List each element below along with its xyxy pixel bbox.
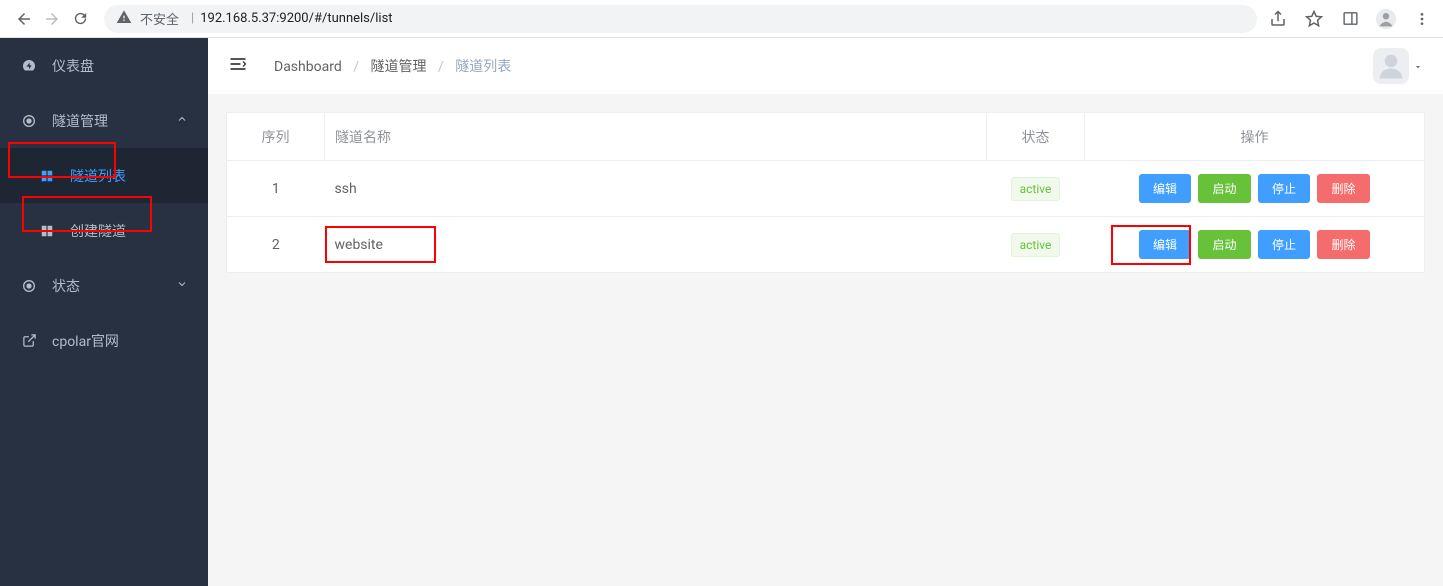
back-button[interactable] bbox=[10, 5, 38, 33]
delete-button[interactable]: 删除 bbox=[1317, 174, 1369, 203]
topbar: Dashboard / 隧道管理 / 隧道列表 bbox=[208, 38, 1443, 94]
th-action: 操作 bbox=[1085, 113, 1425, 161]
menu-toggle-icon[interactable] bbox=[228, 54, 250, 78]
main-content: Dashboard / 隧道管理 / 隧道列表 序列 bbox=[208, 38, 1443, 586]
target-icon bbox=[20, 113, 38, 129]
panel-icon[interactable] bbox=[1339, 8, 1361, 30]
stop-button[interactable]: 停止 bbox=[1258, 174, 1310, 203]
sidebar-item-tunnel-list[interactable]: 隧道列表 bbox=[0, 148, 208, 203]
browser-toolbar: 不安全 | 192.168.5.37:9200/#/tunnels/list bbox=[0, 0, 1443, 38]
share-icon[interactable] bbox=[1267, 8, 1289, 30]
external-link-icon bbox=[20, 333, 38, 348]
status-badge: active bbox=[1011, 177, 1061, 201]
cell-status: active bbox=[987, 161, 1085, 217]
chevron-up-icon bbox=[176, 113, 188, 129]
warning-icon bbox=[116, 9, 132, 29]
url-text: 192.168.5.37:9200/#/tunnels/list bbox=[200, 11, 392, 26]
chevron-down-icon bbox=[1413, 57, 1423, 76]
sidebar-item-label: 创建隧道 bbox=[70, 221, 126, 241]
start-button[interactable]: 启动 bbox=[1198, 230, 1250, 259]
start-button[interactable]: 启动 bbox=[1198, 174, 1250, 203]
reload-button[interactable] bbox=[66, 5, 94, 33]
sidebar-item-tunnel-mgmt[interactable]: 隧道管理 bbox=[0, 93, 208, 148]
sidebar-item-cpolar-site[interactable]: cpolar官网 bbox=[0, 313, 208, 368]
star-icon[interactable] bbox=[1303, 8, 1325, 30]
chevron-down-icon bbox=[176, 278, 188, 294]
breadcrumb-current: 隧道列表 bbox=[455, 59, 511, 75]
breadcrumb-sep: / bbox=[438, 59, 444, 75]
avatar-icon bbox=[1373, 48, 1409, 84]
table-row: 1 ssh active 编辑 启动 停止 删除 bbox=[227, 161, 1425, 217]
cell-seq: 2 bbox=[227, 217, 325, 273]
cell-seq: 1 bbox=[227, 161, 325, 217]
edit-button[interactable]: 编辑 bbox=[1139, 174, 1191, 203]
breadcrumb-sep: / bbox=[353, 59, 359, 75]
sidebar-item-dashboard[interactable]: 仪表盘 bbox=[0, 38, 208, 93]
dashboard-icon bbox=[20, 58, 38, 74]
sidebar: 仪表盘 隧道管理 隧道列表 创建隧道 bbox=[0, 38, 208, 586]
profile-icon[interactable] bbox=[1375, 8, 1397, 30]
table-row: 2 website active 编辑 启动 停止 删除 bbox=[227, 217, 1425, 273]
th-name: 隧道名称 bbox=[325, 113, 987, 161]
browser-actions bbox=[1267, 8, 1433, 30]
tunnel-table: 序列 隧道名称 状态 操作 1 ssh active 编辑 启动 bbox=[226, 112, 1425, 273]
address-bar[interactable]: 不安全 | 192.168.5.37:9200/#/tunnels/list bbox=[104, 5, 1257, 33]
sidebar-item-label: 隧道管理 bbox=[52, 111, 108, 131]
unsafe-label: 不安全 bbox=[140, 9, 179, 28]
sidebar-item-status[interactable]: 状态 bbox=[0, 258, 208, 313]
cell-status: active bbox=[987, 217, 1085, 273]
target-icon bbox=[20, 278, 38, 294]
sidebar-item-label: cpolar官网 bbox=[52, 331, 119, 351]
cell-name: ssh bbox=[325, 161, 987, 217]
sidebar-item-create-tunnel[interactable]: 创建隧道 bbox=[0, 203, 208, 258]
table-icon bbox=[38, 169, 56, 183]
delete-button[interactable]: 删除 bbox=[1317, 230, 1369, 259]
forward-button[interactable] bbox=[38, 5, 66, 33]
breadcrumb: Dashboard / 隧道管理 / 隧道列表 bbox=[272, 56, 513, 76]
kebab-menu-icon[interactable] bbox=[1411, 8, 1433, 30]
cell-name: website bbox=[325, 217, 987, 273]
edit-button[interactable]: 编辑 bbox=[1139, 230, 1191, 259]
sidebar-item-label: 仪表盘 bbox=[52, 56, 94, 76]
stop-button[interactable]: 停止 bbox=[1258, 230, 1310, 259]
sidebar-item-label: 状态 bbox=[52, 276, 80, 296]
th-seq: 序列 bbox=[227, 113, 325, 161]
status-badge: active bbox=[1011, 233, 1061, 257]
sidebar-item-label: 隧道列表 bbox=[70, 166, 126, 186]
breadcrumb-item[interactable]: 隧道管理 bbox=[370, 59, 426, 75]
cell-action: 编辑 启动 停止 删除 bbox=[1085, 217, 1425, 273]
cell-action: 编辑 启动 停止 删除 bbox=[1085, 161, 1425, 217]
table-icon bbox=[38, 224, 56, 238]
breadcrumb-item[interactable]: Dashboard bbox=[274, 59, 342, 75]
url-divider: | bbox=[191, 11, 194, 26]
th-status: 状态 bbox=[987, 113, 1085, 161]
user-menu[interactable] bbox=[1373, 48, 1423, 84]
